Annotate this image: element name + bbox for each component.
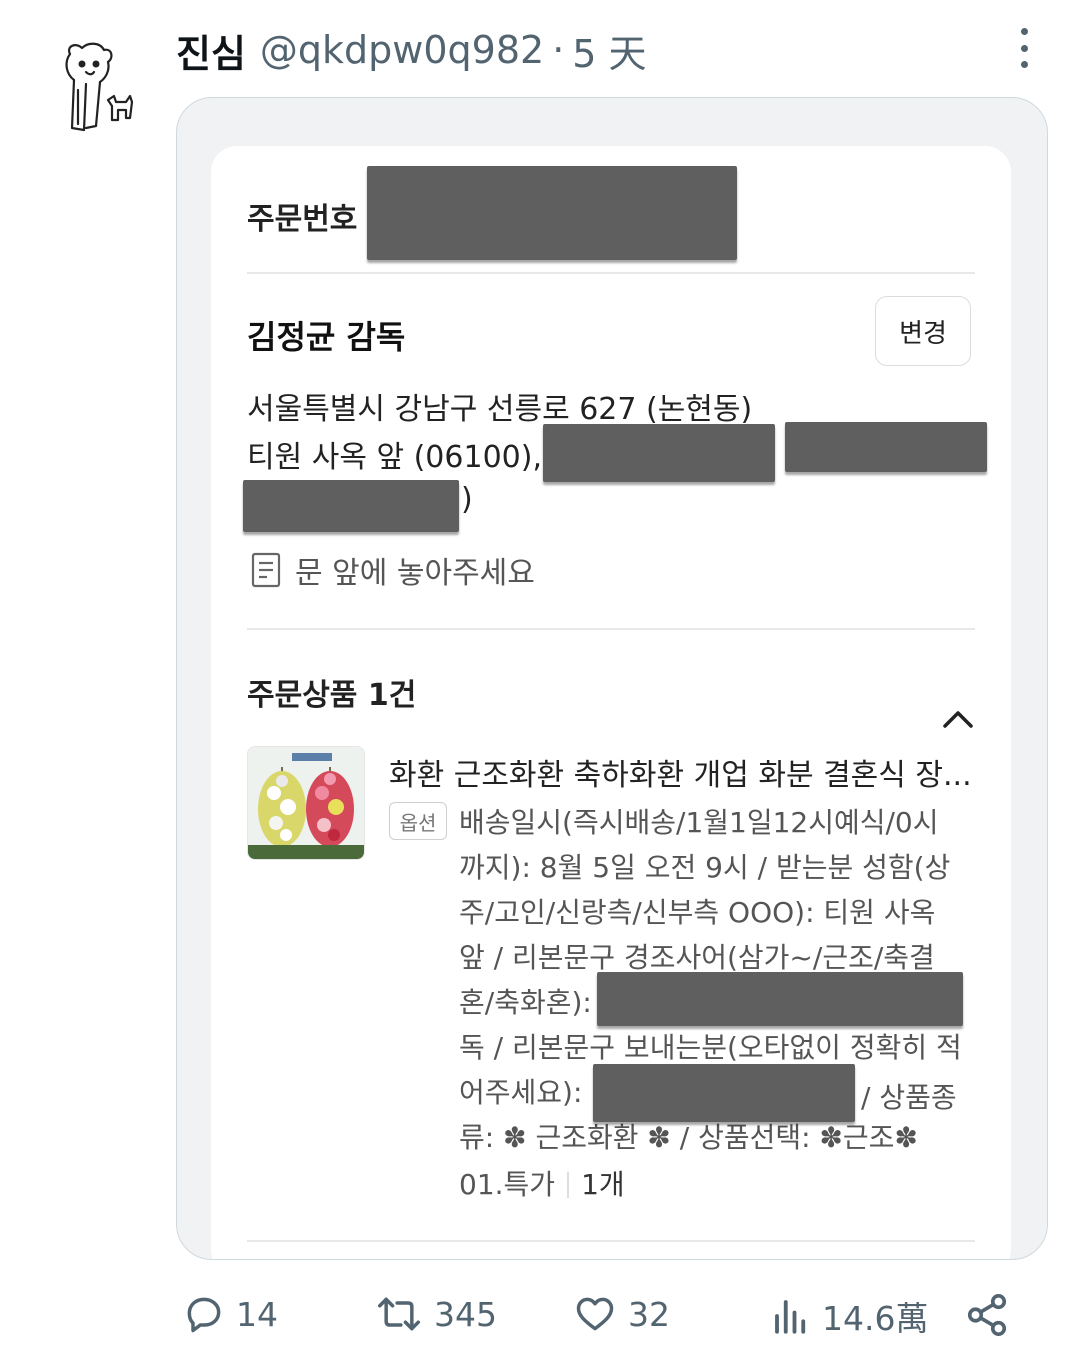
address-line-1: 서울특별시 강남구 선릉로 627 (논현동)	[247, 392, 753, 427]
option-last: 01.특가	[459, 1168, 556, 1201]
product-title[interactable]: 화환 근조화환 축하화환 개업 화분 결혼식 장...	[389, 750, 972, 794]
divider	[247, 628, 975, 630]
share-button[interactable]	[964, 1292, 1020, 1338]
option-line: 까지): 8월 5일 오전 9시 / 받는분 성함(상	[459, 851, 951, 884]
redacted-address-3	[243, 480, 459, 532]
redacted-address-1	[543, 424, 775, 482]
option-badge: 옵션	[389, 802, 447, 840]
views-icon	[775, 1300, 806, 1334]
repost-icon	[378, 1297, 420, 1331]
reply-button[interactable]: 14	[182, 1292, 278, 1336]
post-header: 진심 @qkdpw0q982 · 5 天	[176, 22, 647, 78]
more-vertical-icon[interactable]	[1012, 28, 1036, 68]
flower-wreath-image	[248, 747, 364, 859]
divider	[247, 1240, 975, 1242]
display-name[interactable]: 진심	[176, 23, 246, 78]
redacted-ribbon-text	[597, 972, 963, 1026]
quantity: 1개	[581, 1168, 625, 1201]
redacted-address-2	[785, 422, 987, 472]
option-line: 주/고인/신랑측/신부측 OOO): 티원 사옥	[459, 896, 936, 929]
change-button[interactable]: 변경	[875, 296, 971, 366]
redacted-sender	[593, 1064, 855, 1122]
divider	[567, 1172, 570, 1198]
user-handle[interactable]: @qkdpw0q982	[260, 28, 544, 72]
order-card: 주문번호 김정균 감독 변경 서울특별시 강남구 선릉로 627 (논현동) 티…	[211, 146, 1011, 1259]
quantity-row: 01.특가 1개	[459, 1163, 625, 1203]
separator-dot: ·	[552, 28, 565, 72]
delivery-note: 문 앞에 놓아주세요	[295, 556, 535, 591]
reply-icon	[187, 1297, 221, 1333]
view-count: 14.6萬	[822, 1299, 929, 1338]
like-button[interactable]: 32	[572, 1292, 670, 1336]
option-line: 배송일시(즉시배송/1월1일12시예식/0시	[459, 806, 939, 839]
order-number-label: 주문번호	[247, 202, 358, 237]
views-button[interactable]: 14.6萬	[770, 1292, 928, 1340]
avatar[interactable]	[56, 40, 136, 136]
product-thumbnail[interactable]	[247, 746, 365, 860]
redacted-order-number	[367, 166, 737, 260]
memo-icon	[251, 552, 281, 588]
share-icon	[967, 1294, 1007, 1336]
address-line-2: 티원 사옥 앞 (06100),	[247, 440, 542, 475]
like-count: 32	[628, 1294, 670, 1334]
heart-icon	[576, 1297, 614, 1331]
post-media[interactable]: 주문번호 김정균 감독 변경 서울특별시 강남구 선릉로 627 (논현동) 티…	[176, 97, 1048, 1260]
action-bar: 14 345 32 14.6萬	[0, 1284, 1080, 1350]
recipient-name: 김정균 감독	[247, 318, 406, 356]
repost-button[interactable]: 345	[374, 1292, 497, 1336]
address-line-3-tail: )	[461, 482, 473, 517]
post-time[interactable]: 5 天	[572, 23, 646, 78]
reply-count: 14	[236, 1294, 278, 1334]
dog-avatar-icon	[65, 42, 134, 132]
divider	[247, 272, 975, 274]
repost-count: 345	[434, 1294, 497, 1334]
chevron-up-icon[interactable]	[941, 708, 975, 730]
option-line-tail: / 상품종	[861, 1081, 957, 1114]
items-title: 주문상품 1건	[247, 678, 417, 713]
